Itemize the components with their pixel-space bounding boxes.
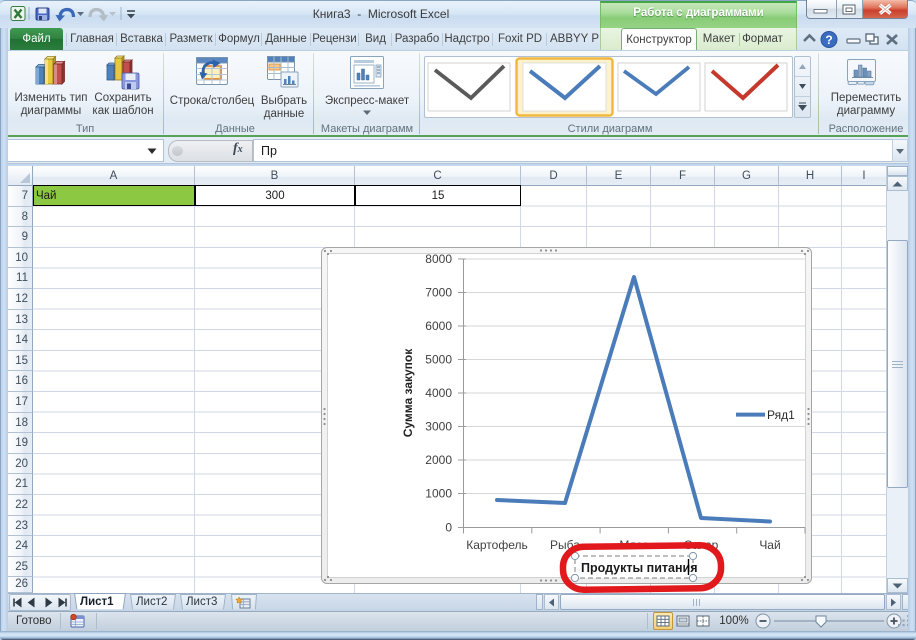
svg-text:Чай: Чай — [759, 538, 780, 552]
svg-text:Картофель: Картофель — [466, 538, 528, 552]
svg-text:7000: 7000 — [425, 286, 452, 300]
svg-text:0: 0 — [445, 521, 452, 535]
svg-text:?: ? — [825, 33, 832, 47]
svg-text:4000: 4000 — [425, 386, 452, 400]
svg-text:1000: 1000 — [425, 487, 452, 501]
svg-text:6000: 6000 — [425, 319, 452, 333]
svg-text:8000: 8000 — [425, 252, 452, 266]
svg-text:5000: 5000 — [425, 353, 452, 367]
svg-text:Продукты питания: Продукты питания — [581, 561, 698, 575]
svg-text:Сумма закупок: Сумма закупок — [401, 348, 415, 438]
svg-text:2000: 2000 — [425, 453, 452, 467]
svg-text:Ряд1: Ряд1 — [767, 408, 795, 422]
svg-text:3000: 3000 — [425, 420, 452, 434]
